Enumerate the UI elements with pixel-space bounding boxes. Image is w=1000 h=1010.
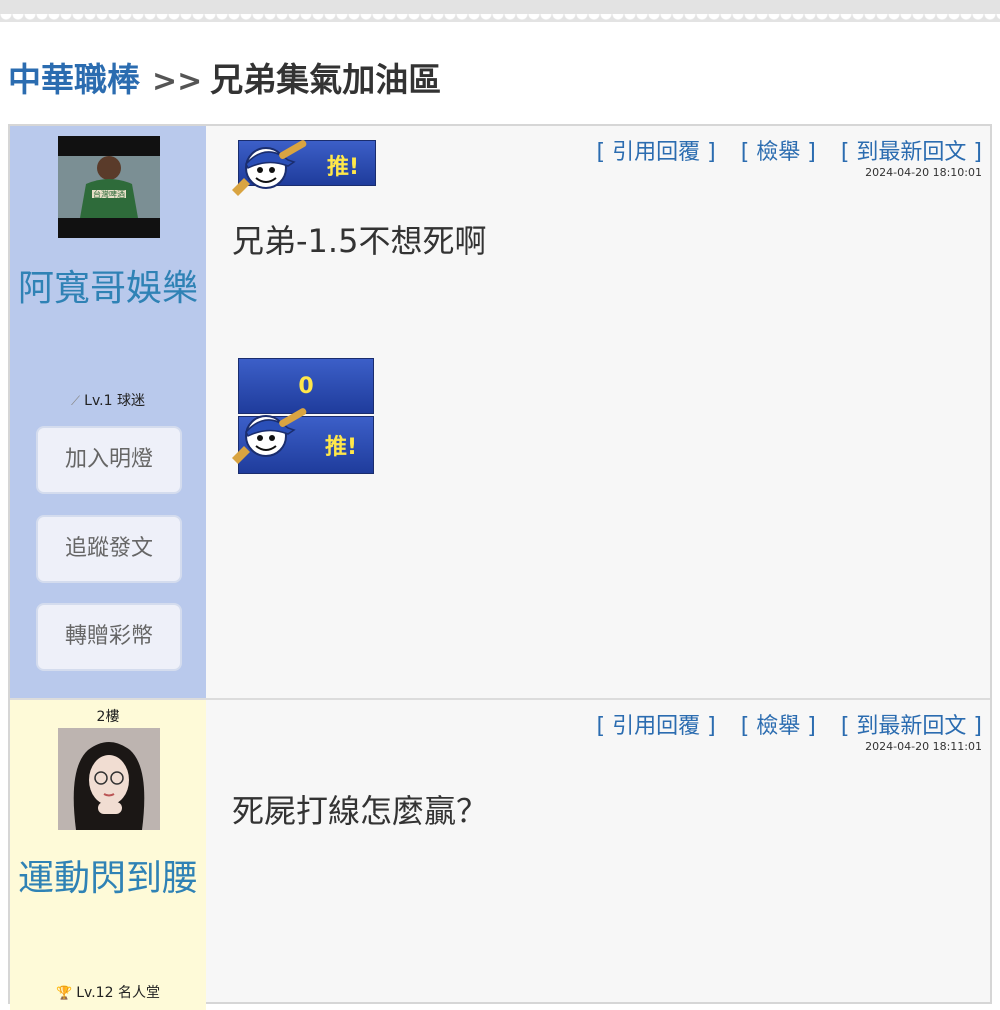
baseball-mascot-icon [232,408,307,464]
report-link[interactable]: [ 檢舉 ] [741,140,816,165]
username[interactable]: 運動閃到腰 [10,852,206,906]
top-decorative-edge [0,0,1000,22]
user-level: ⟋ Lv.1 球迷 [10,390,206,410]
post-timestamp: 2024-04-20 18:10:01 [865,166,982,179]
trophy-icon: 🏆 [56,986,73,1001]
avatar[interactable] [58,728,160,830]
follow-posts-button[interactable]: 追蹤發文 [36,515,182,583]
post: 台灣啤酒 阿寬哥娛樂 ⟋ Lv.1 球迷 加入明燈 追蹤發文 轉贈彩幣 [ 引用回… [10,126,990,700]
post-actions: [ 引用回覆 ] [ 檢舉 ] [ 到最新回文 ] [579,708,982,740]
push-badge[interactable]: 推! [228,138,376,198]
post-content: 死屍打線怎麼贏？ [232,792,489,830]
breadcrumb-board-title[interactable]: 兄弟集氣加油區 [210,60,441,99]
avatar[interactable]: 台灣啤酒 [58,136,160,238]
breadcrumb: 中華職棒 >> 兄弟集氣加油區 [8,58,441,102]
add-to-favorites-button[interactable]: 加入明燈 [36,426,182,494]
post-author-sidebar: 2樓 運動閃到腰 🏆 Lv.12 名人堂 [10,700,206,1010]
post-content: 兄弟-1.5不想死啊 [232,222,487,260]
thread-container: 台灣啤酒 阿寬哥娛樂 ⟋ Lv.1 球迷 加入明燈 追蹤發文 轉贈彩幣 [ 引用回… [8,124,992,1010]
breadcrumb-separator: >> [152,64,203,99]
latest-reply-link[interactable]: [ 到最新回文 ] [841,140,982,165]
latest-reply-link[interactable]: [ 到最新回文 ] [841,714,982,739]
vote-push-label: 推! [324,435,357,460]
post-timestamp: 2024-04-20 18:11:01 [865,740,982,753]
user-level: 🏆 Lv.12 名人堂 [10,982,206,1002]
username[interactable]: 阿寬哥娛樂 [10,262,206,316]
svg-text:台灣啤酒: 台灣啤酒 [93,189,125,199]
bat-icon: ⟋ [71,394,81,409]
user-level-text: Lv.12 名人堂 [76,985,160,1001]
baseball-mascot-icon [232,140,307,196]
gift-coins-button[interactable]: 轉贈彩幣 [36,603,182,671]
vote-box[interactable]: 0 推! [228,354,374,478]
quote-reply-link[interactable]: [ 引用回覆 ] [597,140,716,165]
push-label: 推! [326,155,359,180]
post-author-sidebar: 台灣啤酒 阿寬哥娛樂 ⟋ Lv.1 球迷 加入明燈 追蹤發文 轉贈彩幣 [10,126,206,698]
user-level-text: Lv.1 球迷 [84,393,145,409]
breadcrumb-forum-link[interactable]: 中華職棒 [8,60,140,99]
post: 2樓 運動閃到腰 🏆 Lv.12 名人堂 [ 引用回覆 ] [ 檢舉 ] [到… [10,700,990,1010]
quote-reply-link[interactable]: [ 引用回覆 ] [597,714,716,739]
floor-number: 2樓 [96,709,120,725]
report-link[interactable]: [ 檢舉 ] [741,714,816,739]
post-actions: [ 引用回覆 ] [ 檢舉 ] [ 到最新回文 ] [579,134,982,166]
